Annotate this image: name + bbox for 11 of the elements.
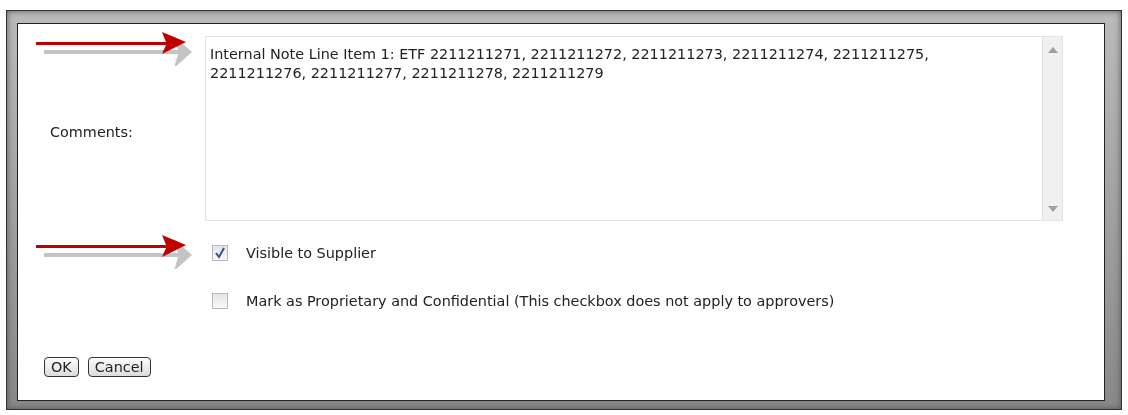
comments-label: Comments: xyxy=(50,124,134,140)
checkbox-label: Mark as Proprietary and Confidential (This checkbox does not apply to approvers) xyxy=(246,293,835,309)
comments-field[interactable]: Internal Note Line Item 1: ETF 2211211271, 2211211272, 2211211273, 2211211274, 2211211275, 2211211276, 2211211277, 2211211278, 2211211279 xyxy=(205,36,1063,221)
checkbox[interactable] xyxy=(212,245,228,261)
scrollbar[interactable] xyxy=(1042,37,1062,220)
scroll-up-icon[interactable] xyxy=(1047,47,1058,53)
dialog-button[interactable]: OK xyxy=(44,357,79,377)
checkbox-label: Visible to Supplier xyxy=(246,245,376,261)
scroll-down-icon[interactable] xyxy=(1047,206,1058,212)
dialog-button[interactable]: Cancel xyxy=(87,357,151,377)
checkbox[interactable] xyxy=(212,293,228,309)
